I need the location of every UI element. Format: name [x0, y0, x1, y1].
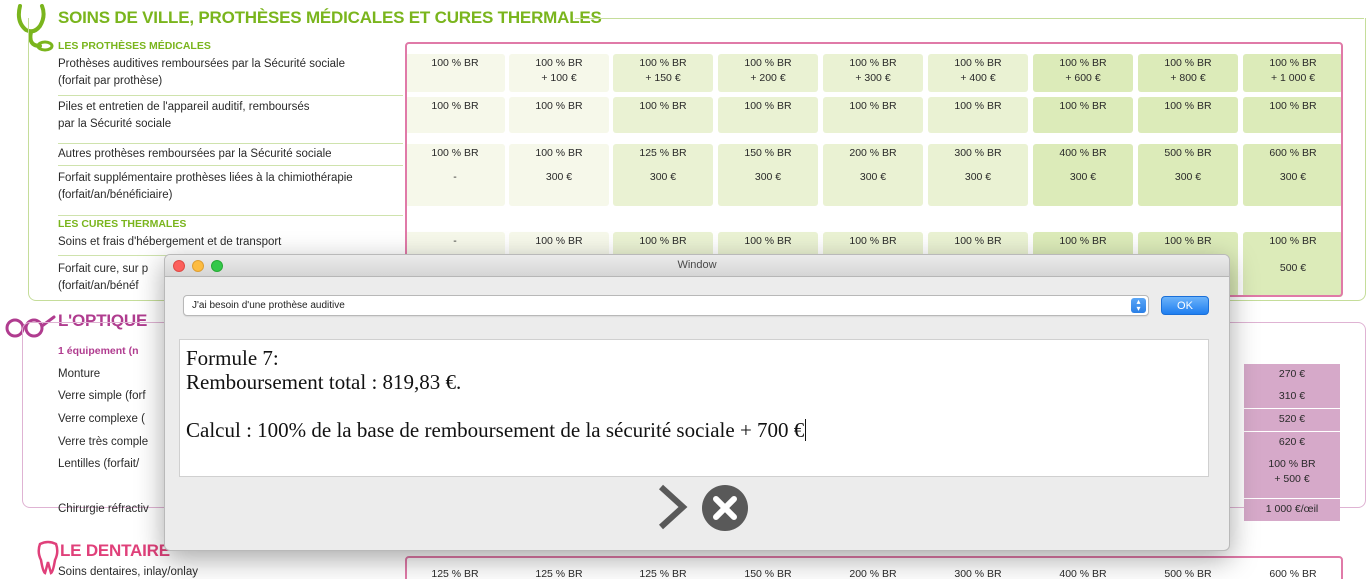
dentaire-cell: 600 % BR — [1269, 568, 1317, 579]
cell-value: 1 000 €/œil — [1265, 503, 1319, 515]
cell-value: 270 € — [1278, 368, 1306, 380]
optique-cell: 520 € — [1244, 409, 1340, 431]
row-label: Soins et frais d'hébergement et de trans… — [58, 234, 403, 251]
optique-row-label: Chirurgie réfractiv — [58, 503, 149, 515]
row-label-line1: Prothèses auditives remboursées par la S… — [58, 58, 346, 70]
window-titlebar[interactable]: Window — [165, 255, 1229, 277]
cell-value: 100 % BR — [1268, 458, 1316, 470]
result-calculation: Calcul : 100% de la base de remboursemen… — [186, 418, 805, 442]
row-label-line1: Autres prothèses remboursées par la Sécu… — [58, 148, 332, 160]
cell-value: 620 € — [1278, 436, 1306, 448]
text-caret — [805, 419, 807, 441]
optique-cell: 270 € — [1244, 364, 1340, 386]
dentaire-cell: 200 % BR — [849, 568, 897, 579]
row-label: Autres prothèses remboursées par la Sécu… — [58, 146, 403, 163]
dentaire-row-label: Soins dentaires, inlay/onlay — [58, 566, 198, 578]
row-label-line1: Forfait supplémentaire prothèses liées à… — [58, 172, 353, 184]
section-title-dentaire: LE DENTAIRE — [60, 541, 170, 560]
optique-row-label: Verre complexe ( — [58, 413, 145, 425]
row-divider — [58, 215, 403, 216]
optique-row-label: Verre très comple — [58, 436, 149, 448]
tooth-icon — [37, 540, 59, 575]
row-label-line2: par la Sécurité sociale — [58, 118, 172, 130]
need-select[interactable]: J'ai besoin d'une prothèse auditive ▴ ▾ — [183, 295, 1149, 316]
dentaire-cell: 150 % BR — [744, 568, 792, 579]
row-label: Piles et entretien de l'appareil auditif… — [58, 99, 403, 133]
chevron-right-icon[interactable] — [655, 483, 689, 531]
result-formula: Formule 7: — [186, 346, 279, 370]
cell-value: 310 € — [1278, 390, 1306, 402]
dialog-window: Window J'ai besoin d'une prothèse auditi… — [164, 254, 1230, 551]
need-select-value: J'ai besoin d'une prothèse auditive — [192, 300, 345, 311]
optique-cell: 1 000 €/œil — [1244, 499, 1340, 521]
row-label: Prothèses auditives remboursées par la S… — [58, 56, 403, 90]
optique-row-label: Monture — [58, 368, 101, 380]
select-arrows-icon: ▴ ▾ — [1131, 298, 1146, 313]
close-circle-icon[interactable] — [701, 484, 749, 532]
row-label-line1: Piles et entretien de l'appareil auditif… — [58, 101, 310, 113]
dentaire-cell: 300 % BR — [954, 568, 1002, 579]
row-divider — [58, 143, 403, 144]
row-label: Forfait supplémentaire prothèses liées à… — [58, 170, 403, 204]
subsection-title-optique: 1 équipement (n — [58, 345, 139, 357]
optique-cell: 620 € — [1244, 432, 1340, 454]
cell-value: 520 € — [1278, 413, 1306, 425]
subsection-title-protheses: LES PROTHÈSES MÉDICALES — [58, 40, 211, 52]
row-label-line2: (forfait/an/bénéficiaire) — [58, 189, 173, 201]
optique-cell: 100 % BR + 500 € — [1244, 454, 1340, 498]
row-label-line2: (forfait par prothèse) — [58, 75, 163, 87]
result-text-area[interactable]: Formule 7: Remboursement total : 819,83 … — [179, 339, 1209, 477]
optique-row-label: Verre simple (forf — [58, 390, 146, 402]
cell-value-extra: + 500 € — [1274, 473, 1310, 485]
ok-button[interactable]: OK — [1161, 296, 1209, 315]
optique-cell: 310 € — [1244, 386, 1340, 408]
subsection-title-cures: LES CURES THERMALES — [58, 218, 187, 230]
dentaire-cell: 125 % BR — [535, 568, 583, 579]
row-divider — [58, 95, 403, 96]
window-title: Window — [677, 259, 717, 271]
dentaire-cell: 125 % BR — [639, 568, 687, 579]
result-total: Remboursement total : 819,83 €. — [186, 370, 462, 394]
row-divider — [58, 165, 403, 166]
row-label-line1: Soins et frais d'hébergement et de trans… — [58, 236, 282, 248]
optique-row-label: Lentilles (forfait/ — [58, 458, 140, 470]
dentaire-cell: 400 % BR — [1059, 568, 1107, 579]
dentaire-cell: 500 % BR — [1164, 568, 1212, 579]
dentaire-cell: 125 % BR — [431, 568, 479, 579]
